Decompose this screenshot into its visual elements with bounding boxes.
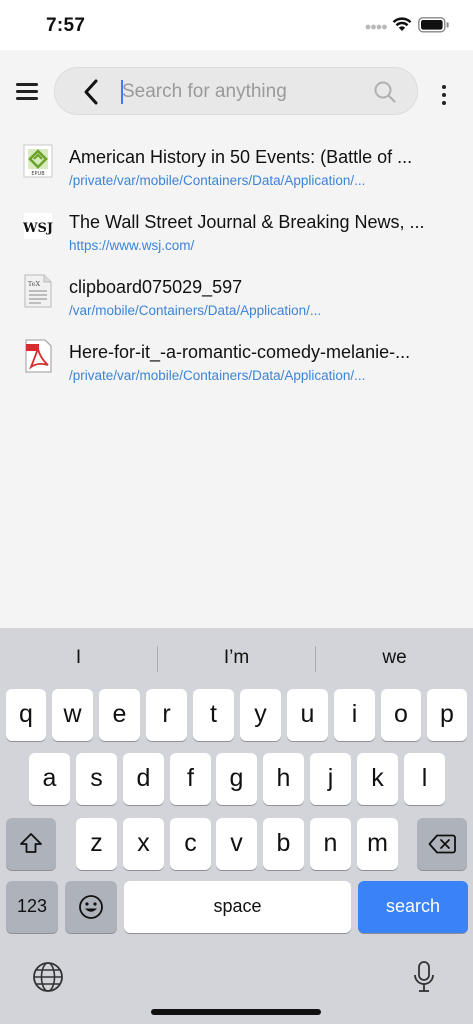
list-item[interactable]: WSJ The Wall Street Journal & Breaking N… bbox=[0, 200, 473, 260]
suggestion-2[interactable]: I’m bbox=[158, 628, 315, 688]
search-icon[interactable] bbox=[373, 80, 397, 104]
key-j[interactable]: j bbox=[310, 753, 351, 805]
result-path[interactable]: /private/var/mobile/Containers/Data/Appl… bbox=[69, 368, 399, 383]
key-e[interactable]: e bbox=[99, 689, 140, 741]
key-g[interactable]: g bbox=[216, 753, 257, 805]
shift-key[interactable] bbox=[6, 818, 56, 870]
svg-text:WSJ: WSJ bbox=[23, 221, 53, 236]
result-path[interactable]: https://www.wsj.com/ bbox=[69, 238, 399, 253]
status-bar: 7:57 bbox=[0, 0, 473, 50]
pdf-file-icon bbox=[25, 339, 52, 373]
result-title: American History in 50 Events: (Battle o… bbox=[69, 147, 413, 167]
key-c[interactable]: c bbox=[170, 818, 211, 870]
emoji-key[interactable] bbox=[65, 881, 117, 933]
result-title: Here-for-it_-a-romantic-comedy-melanie-.… bbox=[69, 342, 411, 362]
key-t[interactable]: t bbox=[193, 689, 234, 741]
key-x[interactable]: x bbox=[123, 818, 164, 870]
keyboard: I I’m we q w e r t y u i o p a s d f g h… bbox=[0, 628, 473, 1024]
more-options-icon[interactable] bbox=[440, 85, 448, 107]
backspace-icon bbox=[428, 834, 456, 854]
shift-icon bbox=[20, 833, 42, 853]
list-item[interactable]: EPUB American History in 50 Events: (Bat… bbox=[0, 135, 473, 195]
wifi-icon bbox=[392, 17, 412, 31]
result-title: clipboard075029_597 bbox=[69, 277, 243, 297]
key-f[interactable]: f bbox=[170, 753, 211, 805]
key-i[interactable]: i bbox=[334, 689, 375, 741]
space-key[interactable]: space bbox=[124, 881, 351, 933]
battery-icon bbox=[418, 17, 449, 33]
svg-text:EPUB: EPUB bbox=[31, 171, 45, 177]
wsj-site-icon: WSJ bbox=[23, 213, 53, 239]
svg-text:TeX: TeX bbox=[28, 280, 41, 288]
suggestion-1[interactable]: I bbox=[0, 628, 157, 688]
list-item[interactable]: Here-for-it_-a-romantic-comedy-melanie-.… bbox=[0, 330, 473, 390]
search-key[interactable]: search bbox=[358, 881, 468, 933]
search-input[interactable] bbox=[122, 79, 352, 105]
back-chevron-icon[interactable] bbox=[82, 78, 102, 106]
key-y[interactable]: y bbox=[240, 689, 281, 741]
result-path[interactable]: /private/var/mobile/Containers/Data/Appl… bbox=[69, 173, 399, 188]
key-b[interactable]: b bbox=[263, 818, 304, 870]
key-k[interactable]: k bbox=[357, 753, 398, 805]
numbers-key[interactable]: 123 bbox=[6, 881, 58, 933]
globe-icon[interactable] bbox=[32, 961, 64, 993]
text-cursor bbox=[121, 80, 123, 104]
key-r[interactable]: r bbox=[146, 689, 187, 741]
key-w[interactable]: w bbox=[52, 689, 93, 741]
hamburger-menu-icon[interactable] bbox=[16, 83, 40, 101]
key-u[interactable]: u bbox=[287, 689, 328, 741]
result-title: The Wall Street Journal & Breaking News,… bbox=[69, 212, 425, 232]
delete-key[interactable] bbox=[417, 818, 467, 870]
key-l[interactable]: l bbox=[404, 753, 445, 805]
key-n[interactable]: n bbox=[310, 818, 351, 870]
key-p[interactable]: p bbox=[427, 689, 467, 741]
cellular-signal-icon bbox=[365, 24, 387, 30]
key-o[interactable]: o bbox=[381, 689, 421, 741]
status-time: 7:57 bbox=[46, 15, 86, 36]
key-d[interactable]: d bbox=[123, 753, 164, 805]
emoji-icon bbox=[79, 895, 103, 919]
tex-file-icon: TeX bbox=[24, 274, 52, 308]
microphone-icon[interactable] bbox=[412, 960, 436, 994]
key-q[interactable]: q bbox=[6, 689, 46, 741]
suggestion-3[interactable]: we bbox=[316, 628, 473, 688]
list-item[interactable]: TeX clipboard075029_597 /var/mobile/Cont… bbox=[0, 265, 473, 325]
home-indicator bbox=[151, 1009, 321, 1015]
key-m[interactable]: m bbox=[357, 818, 398, 870]
key-a[interactable]: a bbox=[29, 753, 70, 805]
epub-file-icon: EPUB bbox=[23, 144, 53, 178]
key-h[interactable]: h bbox=[263, 753, 304, 805]
key-v[interactable]: v bbox=[216, 818, 257, 870]
key-s[interactable]: s bbox=[76, 753, 117, 805]
result-path[interactable]: /var/mobile/Containers/Data/Application/… bbox=[69, 303, 399, 318]
key-z[interactable]: z bbox=[76, 818, 117, 870]
